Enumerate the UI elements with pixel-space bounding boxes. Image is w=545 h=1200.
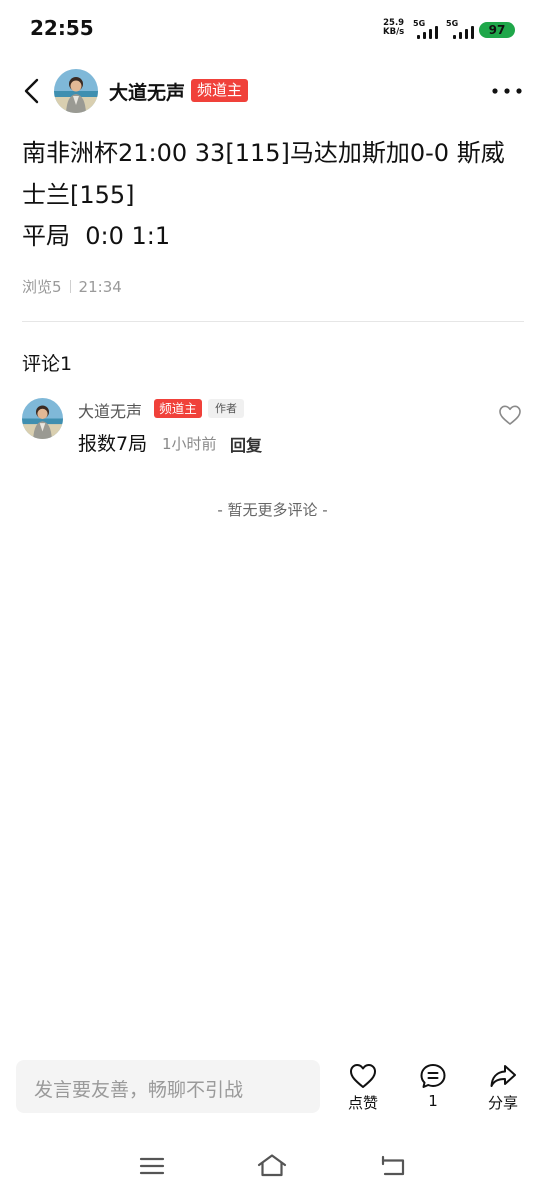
back-button[interactable] xyxy=(18,76,48,106)
like-label: 点赞 xyxy=(347,1094,378,1112)
post-result: 平局 0:0 1:1 xyxy=(22,222,171,250)
heart-icon xyxy=(499,405,521,425)
comments-heading: 评论1 xyxy=(22,353,73,375)
comment-item[interactable]: 大道无声 频道主 作者 报数7局 1小时前 回复 xyxy=(0,396,545,466)
post-title: 南非洲杯21:00 33[115]马达加斯加0-0 斯威士兰[155] xyxy=(22,139,505,209)
nav-menu-button[interactable] xyxy=(135,1152,169,1180)
back-arrow-icon xyxy=(381,1155,405,1176)
network-speed-unit: KB/s xyxy=(383,27,405,37)
status-time: 22:55 xyxy=(30,16,94,40)
sim1-signal-icon: 5G xyxy=(413,19,443,39)
commenter-badge: 频道主 xyxy=(154,399,202,418)
comment-input[interactable]: 发言要友善，畅聊不引战 xyxy=(16,1060,320,1113)
home-icon xyxy=(257,1154,287,1177)
like-button[interactable]: 点赞 xyxy=(335,1060,391,1116)
view-count: 浏览5 xyxy=(22,278,62,296)
author-name[interactable]: 大道无声 xyxy=(109,78,185,105)
status-bar: 22:55 25.9 KB/s 5G 5G 97 xyxy=(0,0,545,58)
comment-time: 1小时前 xyxy=(162,435,217,453)
heart-icon xyxy=(350,1064,376,1088)
author-avatar[interactable] xyxy=(54,69,98,113)
reply-button[interactable]: 回复 xyxy=(230,432,262,456)
chevron-left-icon xyxy=(24,78,39,104)
menu-icon xyxy=(139,1157,165,1175)
nav-home-button[interactable] xyxy=(255,1152,289,1180)
share-arrow-icon xyxy=(490,1065,516,1087)
channel-owner-badge: 频道主 xyxy=(191,79,248,102)
comment-button[interactable]: 1 xyxy=(405,1060,461,1116)
network-speed: 25.9 KB/s xyxy=(383,19,404,37)
battery-indicator: 97 xyxy=(479,22,515,38)
comment-input-placeholder: 发言要友善，畅聊不引战 xyxy=(34,1079,244,1101)
section-divider xyxy=(22,321,524,322)
commenter-avatar[interactable] xyxy=(22,398,63,439)
sim1-label: 5G xyxy=(413,19,426,28)
comment-like-button[interactable] xyxy=(498,404,522,426)
post-time: 21:34 xyxy=(78,278,122,296)
share-button[interactable]: 分享 xyxy=(475,1060,531,1116)
comment-bubble-icon xyxy=(420,1064,446,1088)
post-header: 大道无声 频道主 xyxy=(0,66,545,116)
post-meta: 浏览5 21:34 xyxy=(22,276,122,297)
sim2-label: 5G xyxy=(446,19,459,28)
author-tag: 作者 xyxy=(208,399,244,418)
no-more-comments: - 暂无更多评论 - xyxy=(217,501,328,519)
nav-back-button[interactable] xyxy=(377,1152,411,1180)
more-button[interactable] xyxy=(490,80,524,102)
commenter-name[interactable]: 大道无声 xyxy=(78,398,142,422)
comment-text: 报数7局 xyxy=(78,433,148,455)
meta-divider xyxy=(69,280,71,293)
comment-count: 1 xyxy=(428,1092,438,1110)
sim2-signal-icon: 5G xyxy=(446,19,476,39)
more-dots-icon xyxy=(492,88,522,94)
share-label: 分享 xyxy=(487,1094,518,1112)
